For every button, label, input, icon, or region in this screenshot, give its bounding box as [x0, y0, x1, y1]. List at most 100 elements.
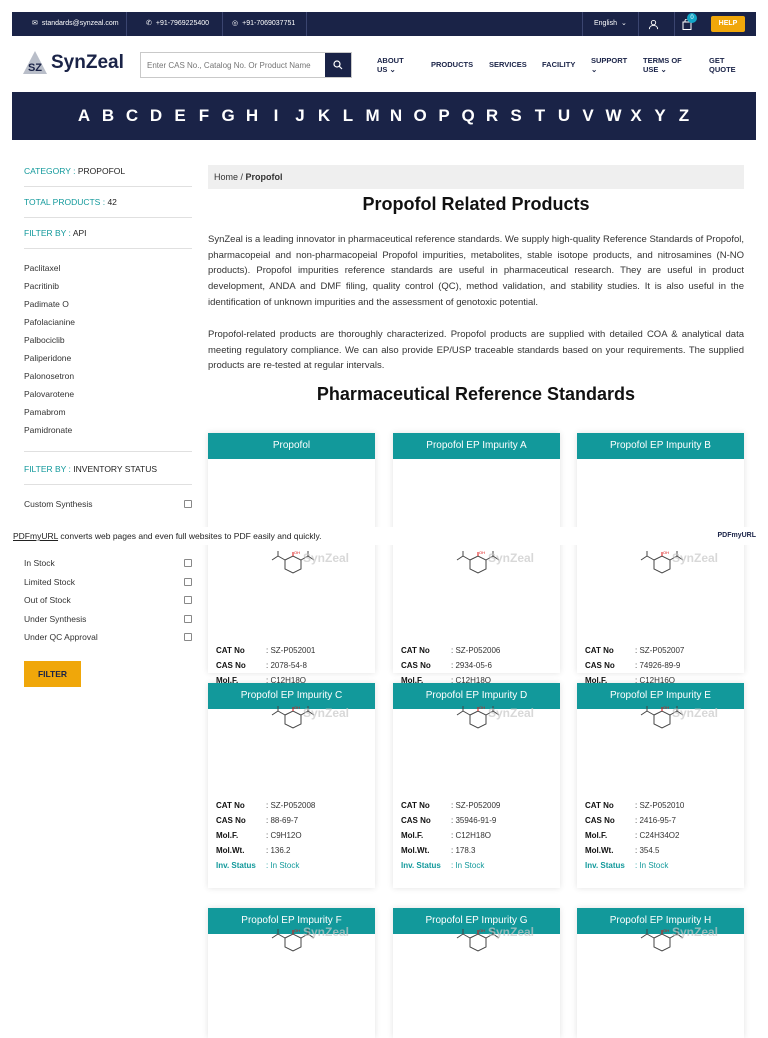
breadcrumb-home[interactable]: Home — [214, 172, 238, 182]
product-image[interactable]: OH SynZeal — [577, 543, 744, 593]
product-image[interactable]: OH SynZeal — [208, 923, 375, 968]
inventory-checkbox[interactable] — [184, 578, 192, 586]
api-filter-item[interactable]: Pacritinib — [24, 277, 192, 295]
search-input[interactable] — [141, 53, 325, 77]
spec-label: CAS No — [216, 816, 246, 825]
product-card[interactable]: Propofol EP Impurity F OH SynZeal — [208, 908, 375, 1038]
inventory-checkbox[interactable] — [184, 500, 192, 508]
language-select[interactable]: English ⌄ — [594, 12, 627, 36]
api-filter-item[interactable]: Pafolacianine — [24, 313, 192, 331]
nav-products[interactable]: PRODUCTS — [431, 60, 473, 69]
spec-label: Mol.Wt. — [585, 846, 614, 855]
api-filter-item[interactable]: Pamidronate — [24, 421, 192, 439]
divider — [674, 12, 675, 36]
letter-link[interactable]: X — [630, 106, 643, 126]
product-image[interactable]: OH SynZeal — [208, 543, 375, 593]
spec-row: CAT No: SZ-P052010 — [585, 798, 684, 813]
api-filter-item[interactable]: Padimate O — [24, 295, 192, 313]
inventory-filter-item[interactable]: Custom Synthesis — [24, 499, 192, 509]
letter-link[interactable]: F — [198, 106, 211, 126]
letter-link[interactable]: N — [390, 106, 403, 126]
product-image[interactable]: OH SynZeal — [393, 698, 560, 748]
email-link[interactable]: ✉ standards@synzeal.com — [32, 12, 119, 36]
api-filter-item[interactable]: Palovarotene — [24, 385, 192, 403]
letter-link[interactable]: O — [414, 106, 427, 126]
letter-link[interactable]: V — [582, 106, 595, 126]
letter-link[interactable]: E — [174, 106, 187, 126]
product-title[interactable]: Propofol — [208, 433, 375, 459]
letter-link[interactable]: J — [294, 106, 307, 126]
product-image[interactable]: OH SynZeal — [393, 923, 560, 968]
cart-button[interactable]: 0 — [682, 12, 697, 36]
letter-link[interactable]: M — [366, 106, 380, 126]
logo-text: SynZeal — [51, 52, 124, 73]
help-button[interactable]: HELP — [711, 16, 745, 32]
phone-link[interactable]: ✆ +91-7969225400 — [146, 12, 209, 36]
spec-row: CAT No: SZ-P052001 — [216, 643, 315, 658]
inventory-filter-item[interactable]: In Stock — [24, 558, 192, 568]
product-title[interactable]: Propofol EP Impurity A — [393, 433, 560, 459]
letter-link[interactable]: H — [246, 106, 259, 126]
account-icon[interactable] — [648, 12, 659, 36]
nav-services[interactable]: SERVICES — [489, 60, 527, 69]
inventory-checkbox[interactable] — [184, 596, 192, 604]
api-filter-item[interactable]: Palbociclib — [24, 331, 192, 349]
letter-link[interactable]: S — [510, 106, 523, 126]
inventory-filter-item[interactable]: Limited Stock — [24, 577, 192, 587]
product-card[interactable]: Propofol EP Impurity H OH SynZeal — [577, 908, 744, 1038]
letter-link[interactable]: T — [534, 106, 547, 126]
product-card[interactable]: Propofol EP Impurity A OH SynZeal CAT No: S… — [393, 433, 560, 700]
api-filter-item[interactable]: Palonosetron — [24, 367, 192, 385]
product-card[interactable]: Propofol EP Impurity B OH SynZeal CAT No: S… — [577, 433, 744, 700]
logo[interactable]: SZ SynZeal — [22, 50, 124, 76]
product-image[interactable]: OH SynZeal — [208, 698, 375, 748]
product-image[interactable]: OH SynZeal — [393, 543, 560, 593]
product-card[interactable]: Propofol EP Impurity E OH SynZeal CAT No: S… — [577, 683, 744, 888]
spec-row: CAT No: SZ-P052008 — [216, 798, 315, 813]
inventory-filter-item[interactable]: Out of Stock — [24, 595, 192, 605]
letter-link[interactable]: Q — [462, 106, 475, 126]
product-image[interactable]: OH SynZeal — [577, 698, 744, 748]
letter-link[interactable]: B — [102, 106, 115, 126]
letter-link[interactable]: L — [342, 106, 355, 126]
nav-get-quote[interactable]: GET QUOTE — [709, 56, 736, 74]
api-filter-item[interactable]: Paclitaxel — [24, 259, 192, 277]
filter-button[interactable]: FILTER — [24, 661, 81, 687]
inventory-checkbox[interactable] — [184, 633, 192, 641]
letter-link[interactable]: P — [438, 106, 451, 126]
inventory-filter-item[interactable]: Under Synthesis — [24, 614, 192, 624]
product-card[interactable]: Propofol EP Impurity G OH SynZeal — [393, 908, 560, 1038]
letter-link[interactable]: A — [78, 106, 91, 126]
letter-link[interactable]: D — [150, 106, 163, 126]
letter-link[interactable]: C — [126, 106, 139, 126]
product-card[interactable]: Propofol EP Impurity C OH SynZeal CAT No: S… — [208, 683, 375, 888]
inventory-filter-item[interactable]: Under QC Approval — [24, 632, 192, 642]
spec-row: CAS No: 2078-54-8 — [216, 658, 315, 673]
product-title[interactable]: Propofol EP Impurity B — [577, 433, 744, 459]
api-filter-item[interactable]: Pamabrom — [24, 403, 192, 421]
nav-about[interactable]: ABOUT US ⌄ — [377, 56, 404, 74]
product-card[interactable]: Propofol EP Impurity D OH SynZeal CAT No: S… — [393, 683, 560, 888]
whatsapp-link[interactable]: ◎ +91-7069037751 — [232, 12, 295, 36]
pdfmyurl-link[interactable]: PDFmyURL — [13, 531, 58, 541]
spec-row: CAS No: 74926-89-9 — [585, 658, 684, 673]
api-filter-item[interactable]: Paliperidone — [24, 349, 192, 367]
letter-link[interactable]: R — [486, 106, 499, 126]
phone-icon: ✆ — [146, 20, 152, 27]
product-image[interactable]: OH SynZeal — [577, 923, 744, 968]
inventory-checkbox[interactable] — [184, 559, 192, 567]
letter-link[interactable]: W — [606, 106, 622, 126]
letter-link[interactable]: Y — [654, 106, 667, 126]
letter-link[interactable]: Z — [678, 106, 691, 126]
letter-link[interactable]: U — [558, 106, 571, 126]
letter-link[interactable]: G — [222, 106, 235, 126]
spec-value: : SZ-P052010 — [635, 801, 685, 810]
nav-terms[interactable]: TERMS OF USE ⌄ — [643, 56, 682, 74]
inventory-checkbox[interactable] — [184, 615, 192, 623]
search-button[interactable] — [325, 53, 351, 77]
product-card[interactable]: Propofol OH SynZeal CAT No: SZ-P052001 CAS N… — [208, 433, 375, 700]
nav-facility[interactable]: FACILITY — [542, 60, 575, 69]
nav-support[interactable]: SUPPORT ⌄ — [591, 56, 627, 74]
letter-link[interactable]: K — [318, 106, 331, 126]
letter-link[interactable]: I — [270, 106, 283, 126]
